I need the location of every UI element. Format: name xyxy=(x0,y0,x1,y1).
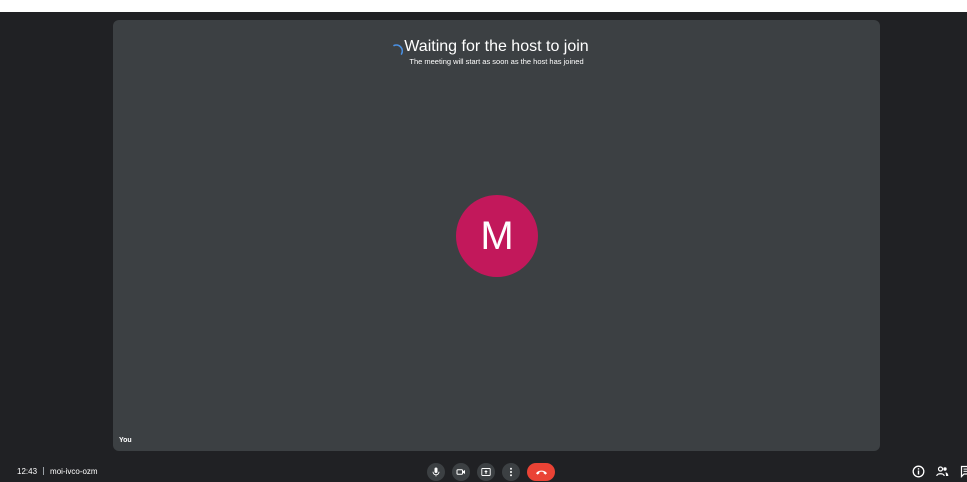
bottom-control-bar: 12:43 moi-ivco-ozm xyxy=(0,461,967,482)
end-call-button[interactable] xyxy=(527,462,555,481)
self-name-label: You xyxy=(119,437,132,444)
end-call-icon xyxy=(535,470,547,475)
separator xyxy=(43,467,45,475)
present-screen-icon xyxy=(481,467,491,476)
more-options-icon xyxy=(510,467,512,476)
microphone-button[interactable] xyxy=(427,462,445,481)
waiting-subtitle: The meeting will start as soon as the ho… xyxy=(409,57,584,66)
meet-window: Waiting for the host to join The meeting… xyxy=(0,12,967,482)
present-screen-button[interactable] xyxy=(477,462,495,481)
chat-icon xyxy=(960,465,967,478)
waiting-title: Waiting for the host to join xyxy=(404,38,589,55)
meeting-details[interactable]: 12:43 moi-ivco-ozm xyxy=(17,467,98,477)
call-controls xyxy=(427,462,555,481)
camera-button[interactable] xyxy=(452,462,470,481)
info-icon xyxy=(912,465,925,478)
meeting-code: moi-ivco-ozm xyxy=(50,467,98,476)
people-icon xyxy=(936,466,949,477)
people-button[interactable] xyxy=(936,465,949,478)
chat-button[interactable] xyxy=(960,465,967,478)
camera-icon xyxy=(456,468,465,475)
meeting-info-button[interactable] xyxy=(912,465,925,478)
video-stage: Waiting for the host to join The meeting… xyxy=(113,20,880,451)
more-options-button[interactable] xyxy=(502,462,520,481)
microphone-icon xyxy=(432,467,440,476)
avatar: M xyxy=(456,195,538,277)
clock-time: 12:43 xyxy=(17,467,38,476)
side-panel-buttons xyxy=(912,465,967,478)
waiting-banner: Waiting for the host to join The meeting… xyxy=(113,37,880,67)
